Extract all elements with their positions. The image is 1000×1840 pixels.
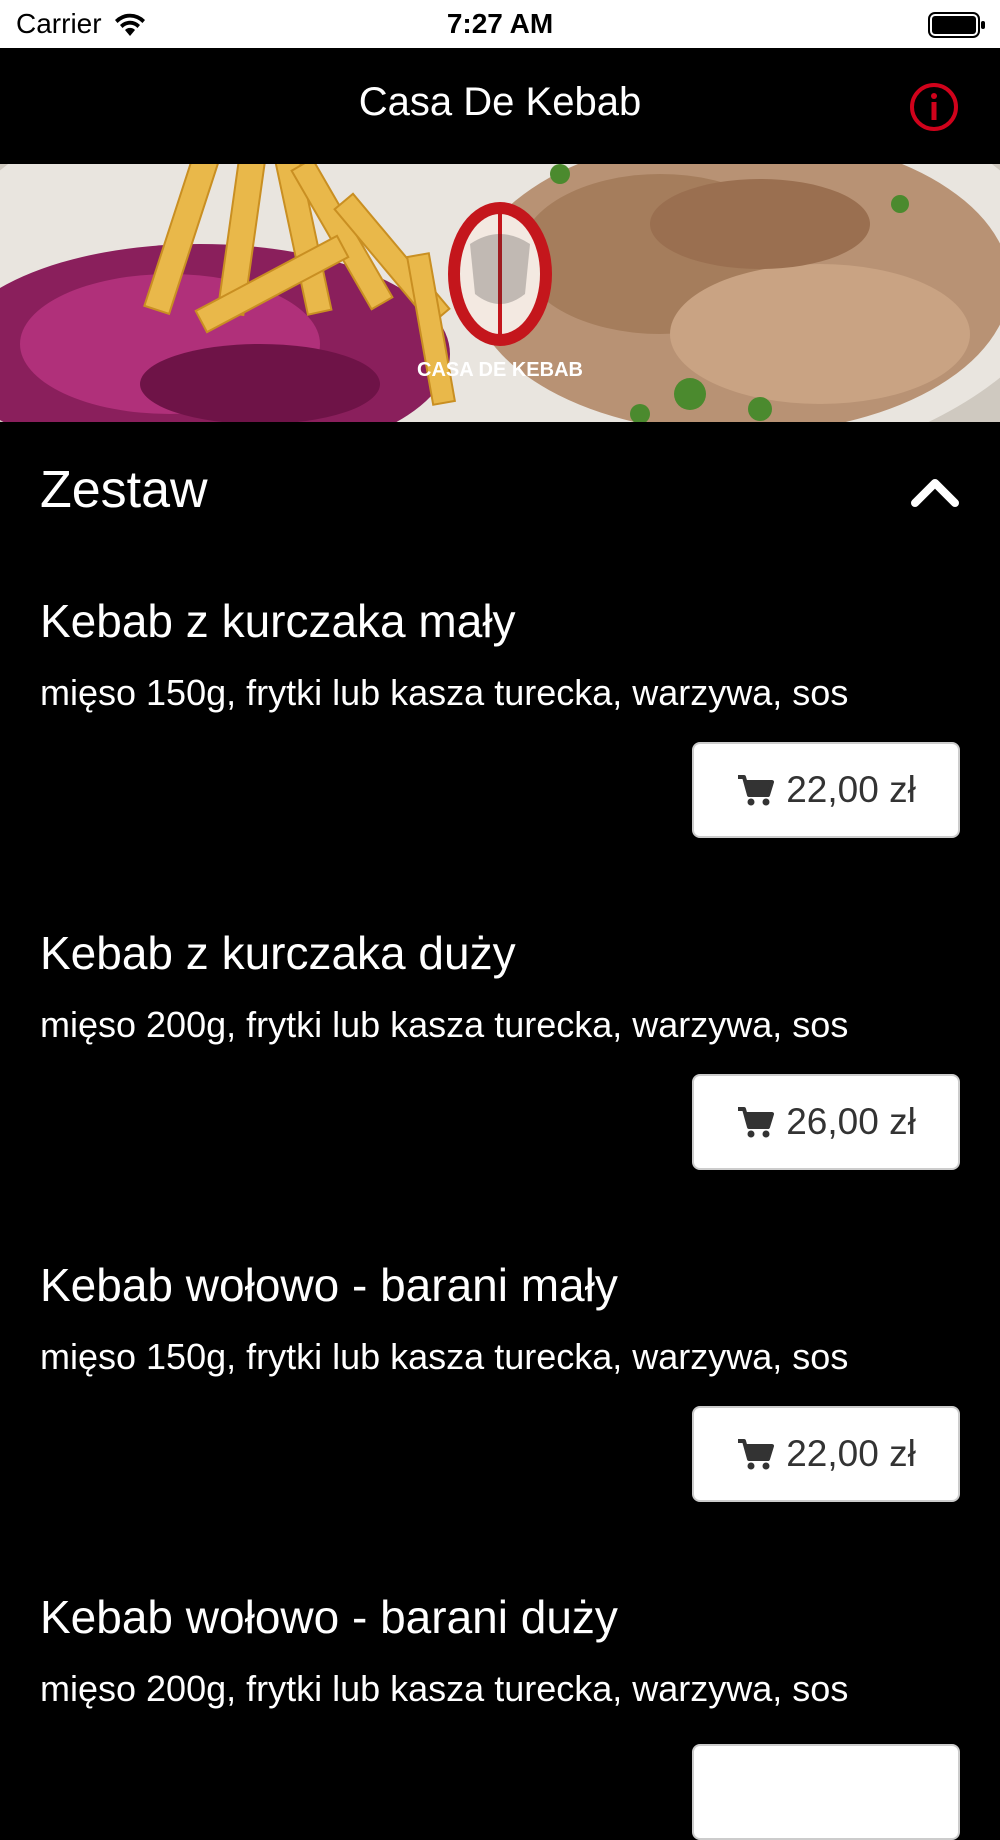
item-description: mięso 150g, frytki lub kasza turecka, wa… [40,672,849,713]
item-name: Kebab z kurczaka mały [40,595,516,647]
logo-text: CASA DE KEBAB [417,359,583,381]
item-description: mięso 150g, frytki lub kasza turecka, wa… [40,1336,849,1377]
add-to-cart-button[interactable]: 22,00 zł [692,1406,960,1502]
add-to-cart-button[interactable]: 22,00 zł [692,742,960,838]
menu-item: Kebab wołowo - barani mały mięso 150g, f… [0,1258,1000,1588]
page-title: Casa De Kebab [358,80,642,124]
cart-icon [738,1107,775,1138]
hero-banner: CASA DE KEBAB [0,164,1000,422]
logo-icon [448,202,552,346]
status-bar: Carrier 7:27 AM [0,0,1000,48]
hero-food-image: CASA DE KEBAB [0,164,1000,422]
section-header-zestaw[interactable]: Zestaw [0,430,1000,550]
info-icon[interactable] [908,81,960,133]
item-name: Kebab z kurczaka duży [40,927,516,979]
price-label: 26,00 zł [786,1101,916,1142]
item-name: Kebab wołowo - barani duży [40,1591,618,1643]
price-label: 22,00 zł [786,1433,916,1474]
battery-icon [928,12,985,38]
section-title: Zestaw [40,461,208,519]
menu-item: Kebab wołowo - barani duży mięso 200g, f… [0,1590,1000,1840]
item-description: mięso 200g, frytki lub kasza turecka, wa… [40,1004,849,1045]
add-to-cart-button[interactable]: 26,00 zł [692,1074,960,1170]
status-time: 7:27 AM [446,8,554,39]
menu-item: Kebab z kurczaka mały mięso 150g, frytki… [0,594,1000,924]
price-label: 22,00 zł [786,769,916,810]
cart-icon [738,775,775,806]
item-description: mięso 200g, frytki lub kasza turecka, wa… [40,1668,849,1709]
item-name: Kebab wołowo - barani mały [40,1259,618,1311]
navigation-bar: Casa De Kebab [0,48,1000,164]
menu-item: Kebab z kurczaka duży mięso 200g, frytki… [0,926,1000,1256]
chevron-up-icon[interactable] [910,474,960,508]
add-to-cart-button[interactable] [692,1744,960,1840]
cart-icon [738,1439,775,1470]
